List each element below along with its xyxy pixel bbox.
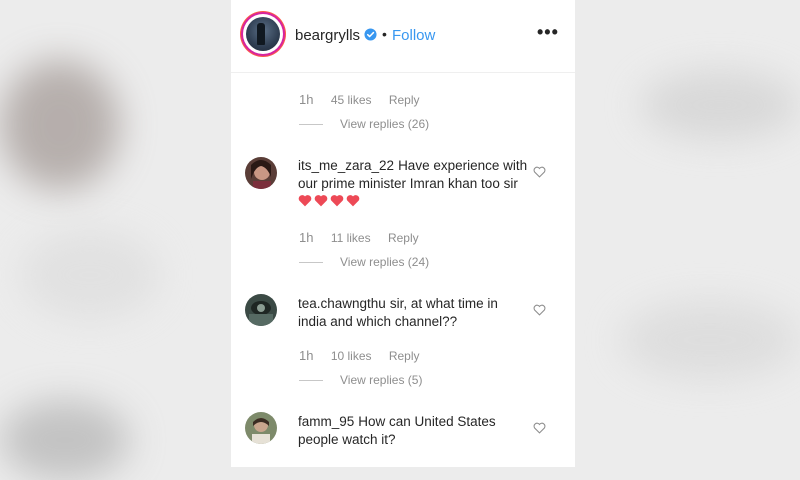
verified-badge-icon <box>364 28 377 41</box>
comment-likes[interactable]: 45 likes <box>331 93 372 107</box>
background-blur <box>620 300 800 380</box>
like-heart-icon[interactable] <box>533 304 546 316</box>
separator-dot: • <box>382 26 387 42</box>
view-replies-label: View replies (24) <box>340 255 430 269</box>
comment-username[interactable]: its_me_zara_22 <box>298 158 394 173</box>
background-blur <box>0 60 120 190</box>
like-heart-icon[interactable] <box>533 422 546 434</box>
background-blur <box>0 400 130 480</box>
view-replies-label: View replies (5) <box>340 373 423 387</box>
commenter-avatar[interactable] <box>245 157 277 189</box>
reply-button[interactable]: Reply <box>389 93 420 107</box>
view-replies-button[interactable]: View replies (5) <box>299 373 422 387</box>
like-heart-icon[interactable] <box>533 166 546 178</box>
view-replies-label: View replies (26) <box>340 117 430 131</box>
follow-button[interactable]: Follow <box>392 27 435 44</box>
heart-emoji-icon <box>346 195 360 207</box>
replies-divider <box>299 380 323 382</box>
commenter-avatar[interactable] <box>245 412 277 444</box>
comment-text: famm_95 How can United States people watc… <box>298 413 528 449</box>
background-blur <box>20 230 160 320</box>
commenter-avatar[interactable] <box>245 294 277 326</box>
post-username[interactable]: beargrylls <box>295 27 360 44</box>
comments-panel: beargrylls • Follow ••• 1h 45 likes Repl… <box>231 0 575 467</box>
replies-divider <box>299 262 323 264</box>
comment-meta: 1h 11 likes Reply <box>299 230 433 245</box>
comment-likes[interactable]: 10 likes <box>331 349 372 363</box>
view-replies-button[interactable]: View replies (24) <box>299 255 429 269</box>
heart-emoji-icon <box>314 195 328 207</box>
background-blur <box>640 70 800 140</box>
comment-time[interactable]: 1h <box>299 92 313 107</box>
comment-username[interactable]: famm_95 <box>298 414 354 429</box>
heart-emoji-icon <box>298 195 312 207</box>
more-options-icon[interactable]: ••• <box>537 22 559 43</box>
comment-username[interactable]: tea.chawngthu <box>298 296 386 311</box>
comment-text: its_me_zara_22 Have experience with our p… <box>298 157 528 211</box>
replies-divider <box>299 124 323 126</box>
profile-avatar[interactable] <box>243 14 283 54</box>
emoji-hearts: ❤❤❤❤ <box>298 194 362 209</box>
comment-time[interactable]: 1h <box>299 348 313 363</box>
comment-meta: 1h 45 likes Reply <box>299 92 434 107</box>
heart-emoji-icon <box>330 195 344 207</box>
comment-meta: 1h 10 likes Reply <box>299 348 434 363</box>
comment-text: tea.chawngthu sir, at what time in india … <box>298 295 528 331</box>
post-header: beargrylls • Follow ••• <box>231 0 575 73</box>
comment-likes[interactable]: 11 likes <box>331 231 371 245</box>
reply-button[interactable]: Reply <box>389 349 420 363</box>
reply-button[interactable]: Reply <box>388 231 419 245</box>
comment-time[interactable]: 1h <box>299 230 313 245</box>
view-replies-button[interactable]: View replies (26) <box>299 117 429 131</box>
